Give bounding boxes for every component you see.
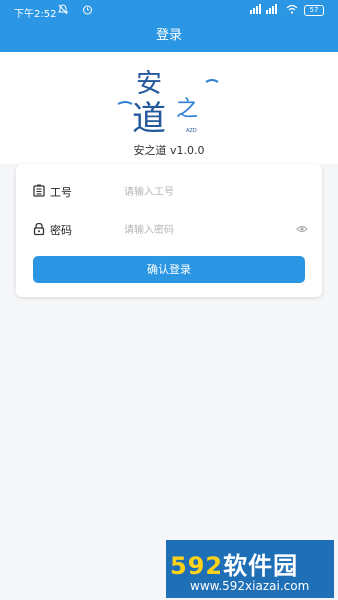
brand-header: 安 道 之 AZD 安之道 v1.0.0 [0,52,338,164]
login-card: 工号 密码 确认登录 [16,164,322,297]
mute-bell-icon [57,4,69,18]
app-logo: 安 道 之 AZD [117,69,219,136]
app-version: 安之道 v1.0.0 [133,144,205,157]
id-card-icon [33,184,45,197]
password-label: 密码 [50,224,72,237]
watermark-rest: 软件园 [223,552,299,580]
battery-icon: 57 [304,5,324,16]
logo-char-zhi: 之 [176,97,198,122]
lock-icon [33,222,45,236]
status-bar: 下午2:52 57 [0,0,338,22]
watermark-number: 592 [170,552,224,580]
status-right: 57 [250,4,324,17]
password-input[interactable] [124,222,294,238]
password-row: 密码 [32,220,310,240]
page-title: 登录 [155,28,182,43]
status-time: 下午2:52 [14,9,57,20]
eye-icon[interactable] [296,224,308,234]
alarm-icon [82,4,93,18]
logo-char-dao: 道 [132,99,166,136]
logo-char-an: 安 [136,69,162,99]
logo-azd: AZD [186,128,197,134]
employee-id-input[interactable] [124,184,294,200]
wifi-icon [286,4,298,17]
confirm-login-button[interactable]: 确认登录 [33,256,305,283]
watermark-url: www.592xiazai.com [190,579,310,593]
employee-id-label: 工号 [50,186,72,199]
watermark-title: 592软件园 [170,546,298,581]
signal-icon [250,4,280,17]
watermark-badge: 592软件园 www.592xiazai.com [166,540,334,598]
employee-id-row: 工号 [32,182,310,202]
app-bar: 登录 [0,22,338,52]
